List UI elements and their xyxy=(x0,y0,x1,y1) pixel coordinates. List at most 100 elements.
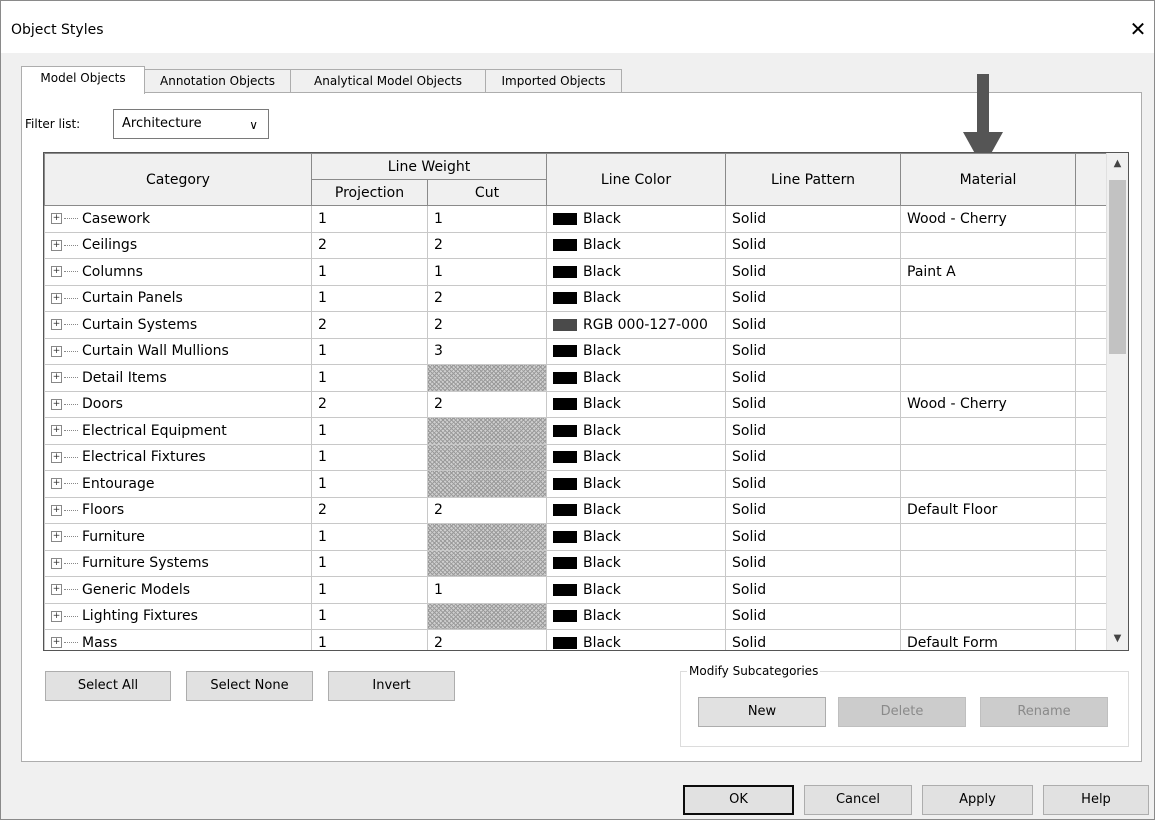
expand-icon[interactable]: + xyxy=(51,557,62,569)
table-row[interactable]: + Furniture 1 Black Solid xyxy=(44,523,1109,551)
line-pattern-cell[interactable]: Solid xyxy=(725,523,901,551)
cut-cell[interactable]: 1 xyxy=(427,258,547,286)
material-cell[interactable] xyxy=(900,284,1076,312)
help-button[interactable]: Help xyxy=(1043,785,1149,815)
cut-cell[interactable]: 3 xyxy=(427,337,547,365)
category-cell[interactable]: + Generic Models xyxy=(44,576,312,604)
material-cell[interactable]: Default Form xyxy=(900,629,1076,650)
line-pattern-cell[interactable]: Solid xyxy=(725,364,901,392)
expand-icon[interactable]: + xyxy=(51,425,62,437)
header-material[interactable]: Material xyxy=(900,153,1076,206)
category-cell[interactable]: + Electrical Fixtures xyxy=(44,443,312,471)
header-cut[interactable]: Cut xyxy=(427,179,547,206)
line-pattern-cell[interactable]: Solid xyxy=(725,284,901,312)
line-color-cell[interactable]: Black xyxy=(546,231,726,259)
tab-annotation-objects[interactable]: Annotation Objects xyxy=(144,69,291,92)
expand-icon[interactable]: + xyxy=(51,504,62,516)
projection-cell[interactable]: 1 xyxy=(311,417,428,445)
category-cell[interactable]: + Electrical Equipment xyxy=(44,417,312,445)
projection-cell[interactable]: 1 xyxy=(311,337,428,365)
header-category[interactable]: Category xyxy=(44,153,312,206)
material-cell[interactable] xyxy=(900,337,1076,365)
material-cell[interactable]: Wood - Cherry xyxy=(900,390,1076,418)
line-color-cell[interactable]: Black xyxy=(546,258,726,286)
line-pattern-cell[interactable]: Solid xyxy=(725,417,901,445)
category-cell[interactable]: + Curtain Wall Mullions xyxy=(44,337,312,365)
table-row[interactable]: + Mass 1 2 Black Solid Default Form xyxy=(44,629,1109,650)
material-cell[interactable] xyxy=(900,311,1076,339)
table-row[interactable]: + Lighting Fixtures 1 Black Solid xyxy=(44,602,1109,630)
vertical-scrollbar[interactable]: ▲ ▼ xyxy=(1106,153,1128,650)
ok-button[interactable]: OK xyxy=(683,785,794,815)
expand-icon[interactable]: + xyxy=(51,637,62,649)
material-cell[interactable] xyxy=(900,602,1076,630)
tab-analytical-model-objects[interactable]: Analytical Model Objects xyxy=(290,69,486,92)
table-row[interactable]: + Floors 2 2 Black Solid Default Floor xyxy=(44,496,1109,524)
projection-cell[interactable]: 1 xyxy=(311,443,428,471)
table-row[interactable]: + Doors 2 2 Black Solid Wood - Cherry xyxy=(44,390,1109,418)
category-cell[interactable]: + Lighting Fixtures xyxy=(44,602,312,630)
line-pattern-cell[interactable]: Solid xyxy=(725,205,901,233)
line-color-cell[interactable]: RGB 000-127-000 xyxy=(546,311,726,339)
cut-cell[interactable]: 1 xyxy=(427,205,547,233)
line-pattern-cell[interactable]: Solid xyxy=(725,311,901,339)
header-line-pattern[interactable]: Line Pattern xyxy=(725,153,901,206)
invert-button[interactable]: Invert xyxy=(328,671,455,701)
material-cell[interactable] xyxy=(900,576,1076,604)
cut-cell[interactable]: 2 xyxy=(427,284,547,312)
expand-icon[interactable]: + xyxy=(51,584,62,596)
header-line-color[interactable]: Line Color xyxy=(546,153,726,206)
delete-subcategory-button[interactable]: Delete xyxy=(838,697,966,727)
projection-cell[interactable]: 1 xyxy=(311,629,428,650)
close-icon[interactable]: ✕ xyxy=(1126,17,1150,41)
line-color-cell[interactable]: Black xyxy=(546,284,726,312)
line-pattern-cell[interactable]: Solid xyxy=(725,576,901,604)
line-color-cell[interactable]: Black xyxy=(546,205,726,233)
projection-cell[interactable]: 2 xyxy=(311,231,428,259)
material-cell[interactable] xyxy=(900,231,1076,259)
line-color-cell[interactable]: Black xyxy=(546,602,726,630)
category-cell[interactable]: + Entourage xyxy=(44,470,312,498)
material-cell[interactable] xyxy=(900,523,1076,551)
expand-icon[interactable]: + xyxy=(51,345,62,357)
cut-cell[interactable]: 2 xyxy=(427,629,547,650)
line-color-cell[interactable]: Black xyxy=(546,364,726,392)
category-cell[interactable]: + Curtain Panels xyxy=(44,284,312,312)
line-color-cell[interactable]: Black xyxy=(546,523,726,551)
material-cell[interactable]: Paint A xyxy=(900,258,1076,286)
table-row[interactable]: + Curtain Panels 1 2 Black Solid xyxy=(44,284,1109,312)
table-row[interactable]: + Electrical Fixtures 1 Black Solid xyxy=(44,443,1109,471)
cut-cell[interactable]: 2 xyxy=(427,231,547,259)
line-pattern-cell[interactable]: Solid xyxy=(725,602,901,630)
line-pattern-cell[interactable]: Solid xyxy=(725,443,901,471)
line-color-cell[interactable]: Black xyxy=(546,417,726,445)
line-color-cell[interactable]: Black xyxy=(546,470,726,498)
category-cell[interactable]: + Casework xyxy=(44,205,312,233)
projection-cell[interactable]: 1 xyxy=(311,576,428,604)
line-color-cell[interactable]: Black xyxy=(546,576,726,604)
table-row[interactable]: + Casework 1 1 Black Solid Wood - Cherry xyxy=(44,205,1109,233)
cut-cell[interactable]: 2 xyxy=(427,311,547,339)
filter-list-dropdown[interactable]: Architecture ∨ xyxy=(113,109,269,139)
tab-model-objects[interactable]: Model Objects xyxy=(21,66,145,94)
cancel-button[interactable]: Cancel xyxy=(804,785,912,815)
material-cell[interactable] xyxy=(900,417,1076,445)
scroll-thumb[interactable] xyxy=(1109,180,1126,354)
line-pattern-cell[interactable]: Solid xyxy=(725,337,901,365)
projection-cell[interactable]: 2 xyxy=(311,311,428,339)
apply-button[interactable]: Apply xyxy=(922,785,1033,815)
table-row[interactable]: + Generic Models 1 1 Black Solid xyxy=(44,576,1109,604)
category-cell[interactable]: + Doors xyxy=(44,390,312,418)
category-cell[interactable]: + Furniture xyxy=(44,523,312,551)
projection-cell[interactable]: 1 xyxy=(311,205,428,233)
projection-cell[interactable]: 2 xyxy=(311,496,428,524)
material-cell[interactable]: Default Floor xyxy=(900,496,1076,524)
category-cell[interactable]: + Mass xyxy=(44,629,312,650)
table-row[interactable]: + Curtain Systems 2 2 RGB 000-127-000 Solid xyxy=(44,311,1109,339)
table-row[interactable]: + Columns 1 1 Black Solid Paint A xyxy=(44,258,1109,286)
cut-cell[interactable]: 2 xyxy=(427,390,547,418)
expand-icon[interactable]: + xyxy=(51,319,62,331)
line-pattern-cell[interactable]: Solid xyxy=(725,390,901,418)
expand-icon[interactable]: + xyxy=(51,610,62,622)
select-none-button[interactable]: Select None xyxy=(186,671,313,701)
